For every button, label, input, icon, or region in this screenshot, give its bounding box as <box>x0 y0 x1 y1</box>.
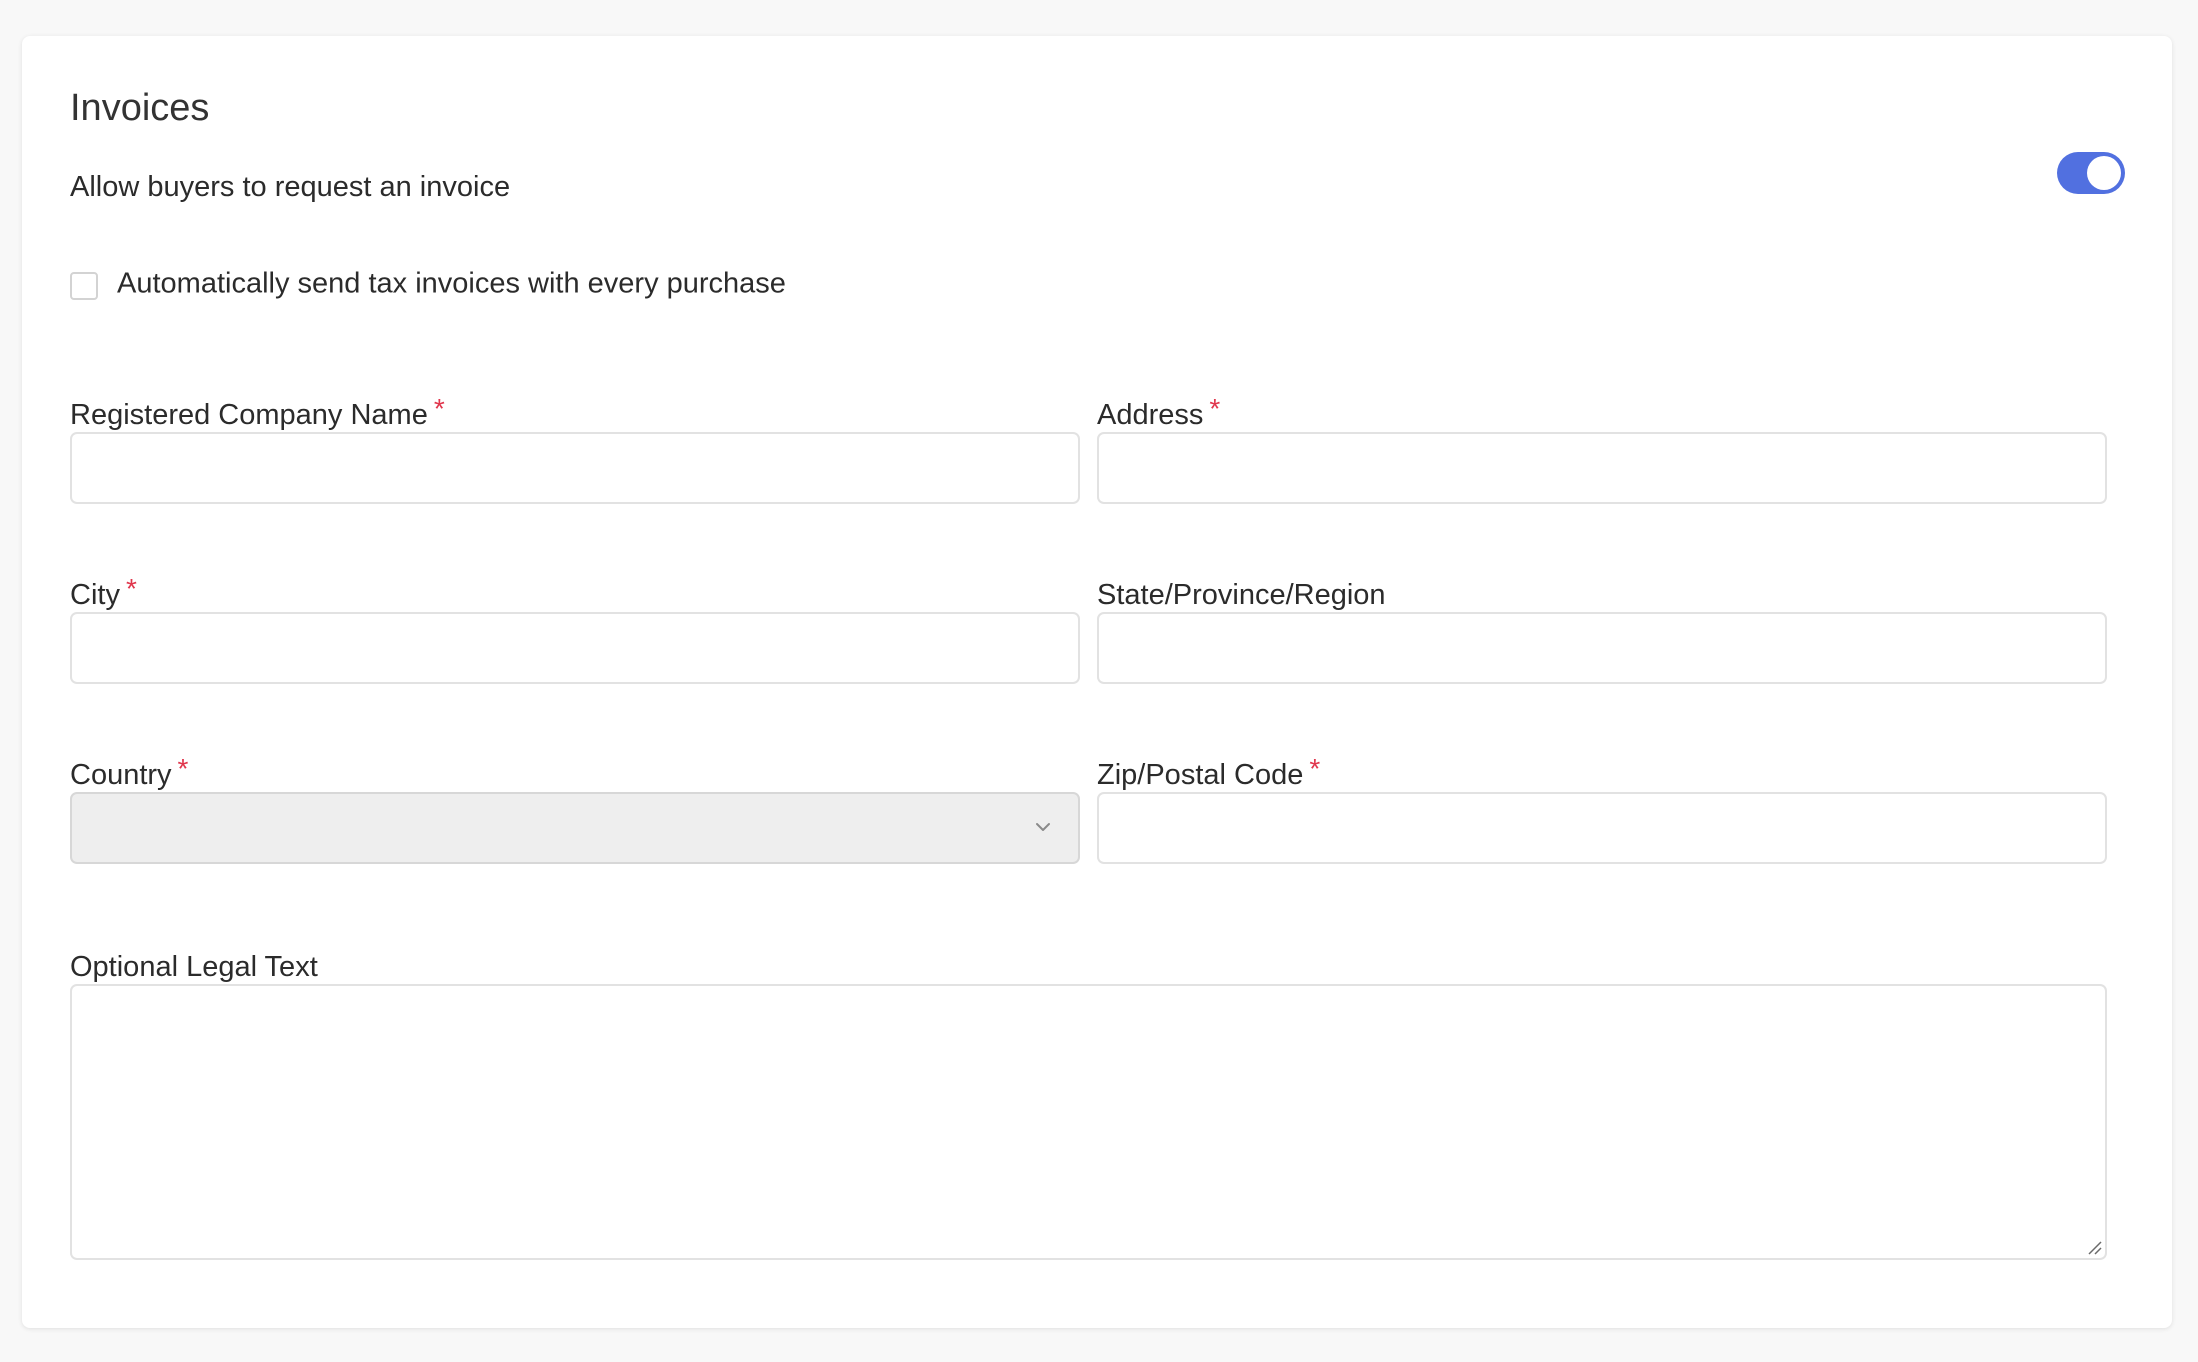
legal-text-textarea[interactable] <box>70 984 2107 1260</box>
zip-label: Zip/Postal Code * <box>1097 753 1320 793</box>
allow-invoice-toggle[interactable] <box>2057 152 2125 194</box>
state-label: State/Province/Region <box>1097 578 1386 613</box>
chevron-down-icon <box>1036 823 1050 831</box>
city-label: City * <box>70 573 137 613</box>
required-marker: * <box>1309 753 1321 784</box>
required-marker: * <box>1209 393 1221 424</box>
address-input[interactable] <box>1097 432 2107 504</box>
company-name-label: Registered Company Name * <box>70 393 445 433</box>
invoices-card: Invoices Allow buyers to request an invo… <box>22 36 2172 1328</box>
required-marker: * <box>177 753 189 784</box>
country-label-text: Country <box>70 759 172 791</box>
auto-send-checkbox[interactable] <box>70 272 98 300</box>
state-label-text: State/Province/Region <box>1097 579 1386 611</box>
zip-label-text: Zip/Postal Code <box>1097 759 1304 791</box>
legal-text-label: Optional Legal Text <box>70 950 318 985</box>
required-marker: * <box>125 573 137 604</box>
state-input[interactable] <box>1097 612 2107 684</box>
country-label: Country * <box>70 753 188 793</box>
section-title: Invoices <box>70 87 210 129</box>
zip-input[interactable] <box>1097 792 2107 864</box>
city-input[interactable] <box>70 612 1080 684</box>
legal-text-label-text: Optional Legal Text <box>70 951 318 983</box>
company-name-input[interactable] <box>70 432 1080 504</box>
auto-send-label: Automatically send tax invoices with eve… <box>117 267 786 300</box>
address-label: Address * <box>1097 393 1220 433</box>
address-label-text: Address <box>1097 399 1204 431</box>
company-name-label-text: Registered Company Name <box>70 399 428 431</box>
country-select[interactable] <box>70 792 1080 864</box>
city-label-text: City <box>70 579 120 611</box>
allow-invoice-label: Allow buyers to request an invoice <box>70 171 511 203</box>
toggle-knob <box>2087 156 2121 190</box>
resize-handle-icon[interactable] <box>2086 1239 2102 1255</box>
required-marker: * <box>433 393 445 424</box>
